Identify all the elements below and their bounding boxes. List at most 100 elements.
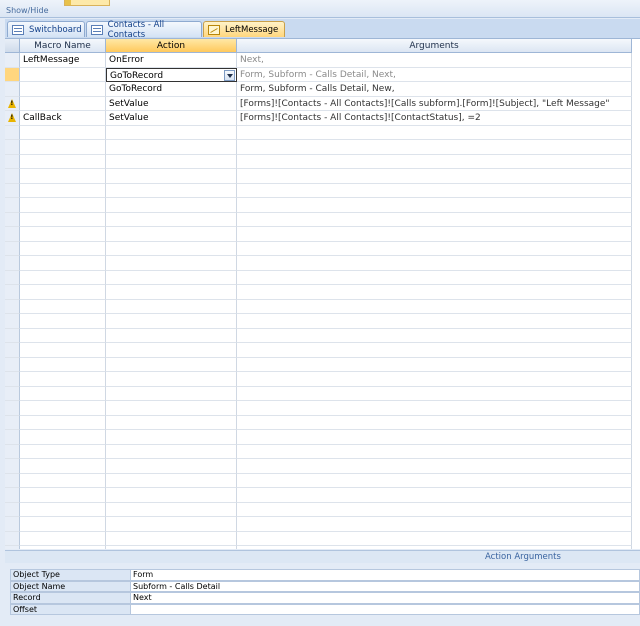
macro-name-cell[interactable]: [20, 183, 106, 198]
macro-name-cell[interactable]: [20, 473, 106, 488]
row-selector[interactable]: [5, 53, 20, 68]
macro-name-cell[interactable]: [20, 212, 106, 227]
row-selector[interactable]: [5, 386, 20, 401]
row-selector[interactable]: [5, 459, 20, 474]
row-selector[interactable]: [5, 328, 20, 343]
action-cell[interactable]: GoToRecord: [106, 67, 237, 82]
macro-name-cell[interactable]: [20, 415, 106, 430]
action-cell[interactable]: [106, 531, 237, 546]
macro-name-cell[interactable]: [20, 299, 106, 314]
macro-name-cell[interactable]: [20, 256, 106, 271]
row-selector[interactable]: [5, 198, 20, 213]
action-cell[interactable]: [106, 488, 237, 503]
property-value-field[interactable]: [130, 603, 640, 615]
row-selector[interactable]: [5, 169, 20, 184]
row-selector[interactable]: [5, 96, 20, 111]
action-cell[interactable]: GoToRecord: [106, 82, 237, 97]
action-cell[interactable]: [106, 517, 237, 532]
action-cell[interactable]: [106, 299, 237, 314]
action-cell[interactable]: [106, 415, 237, 430]
macro-name-cell[interactable]: [20, 227, 106, 242]
column-header-action[interactable]: Action: [106, 39, 237, 53]
macro-name-cell[interactable]: [20, 546, 106, 549]
action-cell[interactable]: [106, 459, 237, 474]
macro-name-cell[interactable]: [20, 459, 106, 474]
macro-name-cell[interactable]: [20, 343, 106, 358]
macro-name-cell[interactable]: [20, 82, 106, 97]
property-value-field[interactable]: Form: [130, 569, 640, 581]
row-selector[interactable]: [5, 444, 20, 459]
macro-name-cell[interactable]: [20, 96, 106, 111]
column-header-macro-name[interactable]: Macro Name: [20, 39, 106, 53]
action-cell[interactable]: [106, 285, 237, 300]
row-selector[interactable]: [5, 314, 20, 329]
property-value-field[interactable]: Next: [130, 592, 640, 604]
property-value-field[interactable]: Subform - Calls Detail: [130, 580, 640, 592]
macro-name-cell[interactable]: [20, 401, 106, 416]
row-selector[interactable]: [5, 299, 20, 314]
row-selector[interactable]: [5, 183, 20, 198]
action-cell[interactable]: [106, 502, 237, 517]
macro-name-cell[interactable]: [20, 488, 106, 503]
macro-name-cell[interactable]: [20, 430, 106, 445]
macro-name-cell[interactable]: [20, 357, 106, 372]
action-cell[interactable]: [106, 314, 237, 329]
macro-name-cell[interactable]: [20, 502, 106, 517]
action-cell[interactable]: [106, 183, 237, 198]
action-cell[interactable]: [106, 227, 237, 242]
action-cell[interactable]: [106, 256, 237, 271]
tab-contacts-all-contacts[interactable]: Contacts - All Contacts: [86, 20, 202, 40]
ribbon-button[interactable]: [64, 0, 110, 6]
row-selector[interactable]: [5, 125, 20, 140]
action-cell[interactable]: [106, 328, 237, 343]
row-selector[interactable]: [5, 140, 20, 155]
row-selector[interactable]: [5, 430, 20, 445]
row-selector[interactable]: [5, 256, 20, 271]
row-selector[interactable]: [5, 212, 20, 227]
action-cell[interactable]: [106, 198, 237, 213]
action-cell[interactable]: [106, 357, 237, 372]
macro-name-cell[interactable]: [20, 444, 106, 459]
macro-name-cell[interactable]: [20, 241, 106, 256]
row-selector[interactable]: [5, 82, 20, 97]
action-cell[interactable]: [106, 343, 237, 358]
macro-name-cell[interactable]: [20, 372, 106, 387]
action-cell[interactable]: [106, 401, 237, 416]
action-cell[interactable]: [106, 169, 237, 184]
row-selector[interactable]: [5, 415, 20, 430]
row-selector[interactable]: [5, 401, 20, 416]
action-cell[interactable]: [106, 430, 237, 445]
action-cell[interactable]: [106, 546, 237, 549]
macro-name-cell[interactable]: [20, 314, 106, 329]
row-selector[interactable]: [5, 488, 20, 503]
row-selector[interactable]: [5, 343, 20, 358]
tab-leftmessage[interactable]: LeftMessage: [203, 21, 285, 37]
action-cell[interactable]: [106, 386, 237, 401]
row-selector[interactable]: [5, 270, 20, 285]
action-cell[interactable]: [106, 154, 237, 169]
action-cell[interactable]: [106, 473, 237, 488]
macro-name-cell[interactable]: [20, 198, 106, 213]
tab-switchboard[interactable]: Switchboard: [7, 21, 85, 37]
select-all-corner[interactable]: [5, 39, 20, 53]
action-cell[interactable]: [106, 270, 237, 285]
macro-name-cell[interactable]: [20, 386, 106, 401]
macro-name-cell[interactable]: [20, 517, 106, 532]
macro-name-cell[interactable]: [20, 285, 106, 300]
row-selector[interactable]: [5, 546, 20, 549]
row-selector[interactable]: [5, 154, 20, 169]
macro-name-cell[interactable]: [20, 270, 106, 285]
macro-name-cell[interactable]: [20, 328, 106, 343]
row-selector[interactable]: [5, 357, 20, 372]
action-cell[interactable]: [106, 140, 237, 155]
macro-name-cell[interactable]: LeftMessage: [20, 53, 106, 68]
macro-name-cell[interactable]: [20, 125, 106, 140]
action-cell[interactable]: OnError: [106, 53, 237, 68]
row-selector[interactable]: [5, 372, 20, 387]
action-cell[interactable]: SetValue: [106, 111, 237, 126]
action-cell[interactable]: [106, 444, 237, 459]
macro-name-cell[interactable]: [20, 67, 106, 82]
row-selector[interactable]: [5, 531, 20, 546]
row-selector[interactable]: [5, 517, 20, 532]
action-cell[interactable]: [106, 241, 237, 256]
